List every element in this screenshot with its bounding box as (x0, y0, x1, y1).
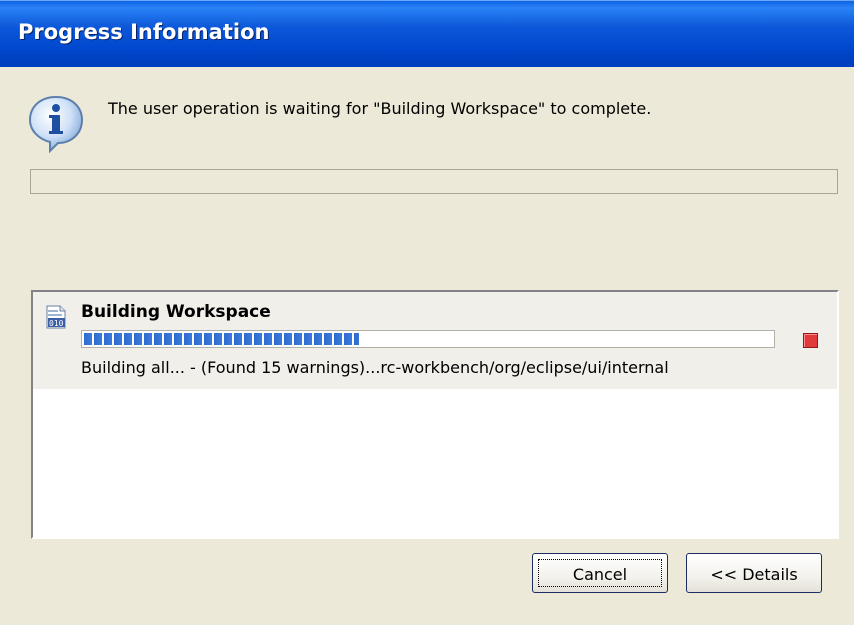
title-bar[interactable]: Progress Information (0, 0, 854, 67)
job-progress-fill (84, 333, 359, 345)
job-status-text: Building all... - (Found 15 warnings)...… (81, 358, 669, 377)
job-title: Building Workspace (81, 302, 271, 322)
svg-text:010: 010 (49, 319, 64, 328)
cancel-button[interactable]: Cancel (532, 553, 668, 593)
window-title: Progress Information (18, 20, 270, 44)
job-entry[interactable]: 010 Building Workspace Building all... -… (33, 292, 837, 389)
overall-progress-bar (30, 169, 838, 194)
stop-icon[interactable] (803, 333, 818, 348)
binary-file-icon: 010 (46, 305, 66, 329)
cancel-button-label: Cancel (572, 565, 628, 584)
info-icon (28, 95, 84, 153)
details-button-label: << Details (710, 565, 798, 584)
waiting-message: The user operation is waiting for "Build… (108, 99, 652, 118)
job-list[interactable]: 010 Building Workspace Building all... -… (31, 290, 839, 539)
job-progress-bar (81, 330, 775, 348)
details-button[interactable]: << Details (686, 553, 822, 593)
progress-dialog: Progress Information The user operation … (0, 0, 854, 625)
